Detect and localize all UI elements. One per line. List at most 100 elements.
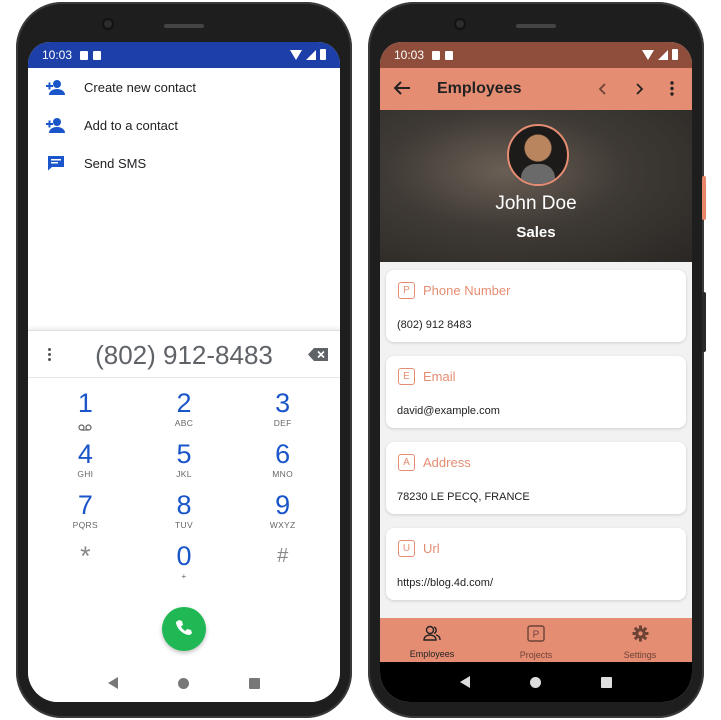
volume-button [702,292,706,352]
key-letters: GHI [77,469,94,479]
phone-icon [176,619,192,640]
battery-icon [672,49,678,60]
dialpad-panel: (802) 912-8483 1 2 ABC 3 DEF 4 GHI 5 JKL… [28,330,340,702]
key-letters: MNO [272,469,294,479]
field-label: U Url [398,540,440,557]
dial-key-9[interactable]: 9 WXYZ [233,490,332,541]
dial-key-5[interactable]: 5 JKL [135,439,234,490]
front-camera [102,18,114,30]
wifi-icon [290,49,302,60]
back-arrow-icon[interactable] [393,81,410,100]
key-letters: TUV [175,520,193,530]
dial-key-0[interactable]: 0 + [135,541,234,592]
key-letters: WXYZ [269,520,296,530]
next-icon[interactable] [636,82,644,100]
url-card[interactable]: U Url https://blog.4d.com/ [386,528,686,600]
person-add-icon [28,117,84,133]
phone-frame-app: 10:03 Employees John Doe Sales P Phone N… [368,2,706,718]
signal-icon [658,49,668,60]
dial-key-4[interactable]: 4 GHI [36,439,135,490]
app-bar-title: Employees [437,80,522,97]
key-digit: 3 [275,388,291,418]
home-nav-icon[interactable] [530,676,541,688]
dial-key-hash[interactable]: # [233,541,332,592]
status-time: 10:03 [394,48,425,62]
back-nav-icon[interactable] [108,677,118,689]
back-nav-icon[interactable] [460,676,470,688]
phone-frame-dialer: 10:03 Create new contact Add to a contac… [16,2,352,718]
key-digit: 9 [275,490,291,520]
tab-employees[interactable]: Employees [380,618,484,662]
add-to-contact-item[interactable]: Add to a contact [28,106,340,144]
number-display-row: (802) 912-8483 [28,331,340,378]
tab-projects[interactable]: P Projects [484,618,588,662]
system-nav-bar [28,664,340,702]
voicemail-icon [78,418,92,436]
more-options-icon[interactable] [670,81,674,101]
front-camera [454,18,466,30]
battery-icon [320,49,326,60]
earpiece-speaker [516,24,556,28]
backspace-icon[interactable] [308,348,328,361]
tab-label: Settings [623,650,657,660]
field-label: P Phone Number [398,282,510,299]
field-label-text: Address [423,455,471,470]
dialed-number[interactable]: (802) 912-8483 [28,340,340,371]
power-button [702,176,706,220]
recents-nav-icon[interactable] [249,677,260,689]
field-value: (802) 912 8483 [397,319,472,331]
signal-icon [306,49,316,60]
send-sms-item[interactable]: Send SMS [28,144,340,182]
dialer-screen: 10:03 Create new contact Add to a contac… [28,42,340,702]
key-digit: 0 [176,541,192,571]
create-new-contact-item[interactable]: Create new contact [28,68,340,106]
projects-icon: P [527,625,545,647]
key-digit: 4 [77,439,93,469]
key-digit: 5 [176,439,192,469]
key-digit: 2 [176,388,192,418]
field-label-text: Url [423,541,440,556]
dial-key-1[interactable]: 1 [36,388,135,439]
employee-name: John Doe [495,193,577,214]
dial-key-8[interactable]: 8 TUV [135,490,234,541]
key-letters: + [181,571,187,581]
key-digit: # [277,545,289,567]
dial-key-6[interactable]: 6 MNO [233,439,332,490]
people-icon [423,625,441,646]
email-card[interactable]: E Email david@example.com [386,356,686,428]
address-card[interactable]: A Address 78230 LE PECQ, FRANCE [386,442,686,514]
dial-key-3[interactable]: 3 DEF [233,388,332,439]
call-button[interactable] [162,607,206,651]
notification-icon [432,50,441,60]
dial-key-2[interactable]: 2 ABC [135,388,234,439]
tab-label: Employees [409,649,455,659]
field-value: david@example.com [397,405,500,417]
field-label: A Address [398,454,471,471]
app-screen: 10:03 Employees John Doe Sales P Phone N… [380,42,692,702]
message-icon [28,155,84,171]
sim-icon [445,50,454,60]
key-digit: 1 [77,388,93,418]
key-letters: PQRS [72,520,98,530]
dial-key-star[interactable]: * [36,541,135,592]
employee-department: Sales [516,224,556,241]
dial-key-7[interactable]: 7 PQRS [36,490,135,541]
gear-icon [632,625,649,647]
field-value: https://blog.4d.com/ [397,577,493,589]
recents-nav-icon[interactable] [601,676,612,688]
dialpad: 1 2 ABC 3 DEF 4 GHI 5 JKL 6 MNO 7 PQRS 8… [28,378,340,592]
home-nav-icon[interactable] [178,677,189,689]
menu-item-label: Send SMS [84,155,147,171]
status-bar: 10:03 [28,42,340,68]
phone-number-card[interactable]: P Phone Number (802) 912 8483 [386,270,686,342]
key-digit: 7 [77,490,93,520]
tab-settings[interactable]: Settings [588,618,692,662]
avatar [507,124,569,186]
system-nav-bar [380,662,692,702]
previous-icon[interactable] [598,82,606,100]
status-time: 10:03 [42,48,73,62]
employee-header: John Doe Sales [380,110,692,262]
notification-icon [80,50,89,60]
key-digit: * [80,541,91,571]
key-letters: JKL [176,469,192,479]
